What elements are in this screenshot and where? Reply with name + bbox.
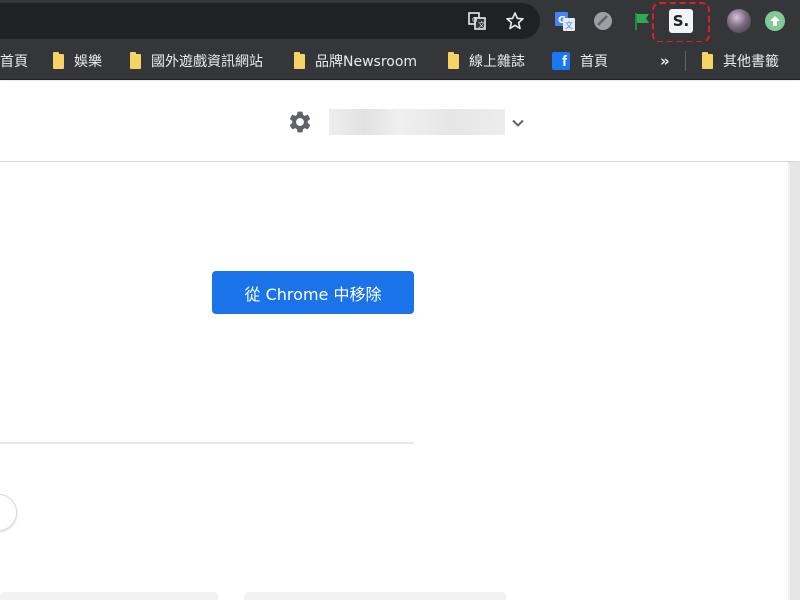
- address-bar[interactable]: [0, 3, 540, 39]
- scrollbar[interactable]: [790, 162, 800, 600]
- bookmark-label: 品牌Newsroom: [315, 54, 418, 70]
- bookmarks-overflow-button[interactable]: »: [660, 51, 670, 71]
- svg-text:文: 文: [478, 20, 485, 29]
- gear-icon[interactable]: [287, 109, 313, 135]
- bookmarks-bar: 首頁 娛樂 國外遊戲資訊網站 品牌Newsroom 線上雜誌 f 首頁 » 其他…: [0, 42, 800, 80]
- folder-icon: [53, 51, 64, 69]
- bookmark-label: 國外遊戲資訊網站: [151, 54, 263, 70]
- svg-text:G: G: [472, 16, 477, 24]
- folder-icon: [130, 51, 141, 69]
- translate-icon[interactable]: G 文: [465, 9, 489, 33]
- folder-icon: [294, 51, 305, 69]
- remove-from-chrome-button[interactable]: 從 Chrome 中移除: [212, 271, 414, 314]
- green-flag-extension-icon[interactable]: [630, 9, 654, 33]
- bookmark-item-brand-newsroom[interactable]: 品牌Newsroom: [294, 51, 417, 71]
- bookmark-item-foreign-game-news[interactable]: 國外遊戲資訊網站: [130, 51, 263, 71]
- bookmark-item-other-bookmarks[interactable]: 其他書籤: [702, 51, 779, 71]
- bookmark-label: 首頁: [0, 54, 28, 70]
- s-extension-label: S.: [672, 12, 690, 30]
- bookmark-item-facebook-home[interactable]: f 首頁: [552, 51, 608, 71]
- content-card: [0, 162, 788, 600]
- avatar[interactable]: [727, 9, 751, 33]
- update-arrow-icon[interactable]: [765, 11, 785, 31]
- bookmark-label: 首頁: [580, 54, 608, 70]
- folder-icon: [448, 51, 459, 69]
- redacted-name-field[interactable]: [329, 109, 505, 135]
- bookmark-item-online-magazine[interactable]: 線上雜誌: [448, 51, 525, 71]
- bookmark-label: 其他書籤: [723, 54, 779, 70]
- related-tile[interactable]: [244, 592, 506, 600]
- bookmark-divider: [685, 51, 686, 71]
- star-icon[interactable]: [503, 9, 527, 33]
- bookmark-item-entertainment[interactable]: 娛樂: [53, 51, 102, 71]
- folder-icon: [702, 51, 713, 69]
- chevron-down-icon[interactable]: [509, 114, 527, 132]
- svg-text:文: 文: [565, 20, 573, 30]
- related-tile[interactable]: [0, 592, 218, 600]
- bookmark-label: 線上雜誌: [469, 54, 525, 70]
- google-translate-extension-icon[interactable]: G 文: [553, 9, 577, 33]
- bookmark-item-home[interactable]: 首頁: [0, 51, 28, 71]
- browser-toolbar: G 文 G 文 S.: [0, 0, 800, 43]
- divider: [0, 442, 414, 444]
- facebook-icon: f: [552, 52, 570, 70]
- gray-circle-extension-icon[interactable]: [591, 9, 615, 33]
- s-extension-icon[interactable]: S.: [669, 9, 693, 33]
- bookmark-label: 娛樂: [74, 54, 102, 70]
